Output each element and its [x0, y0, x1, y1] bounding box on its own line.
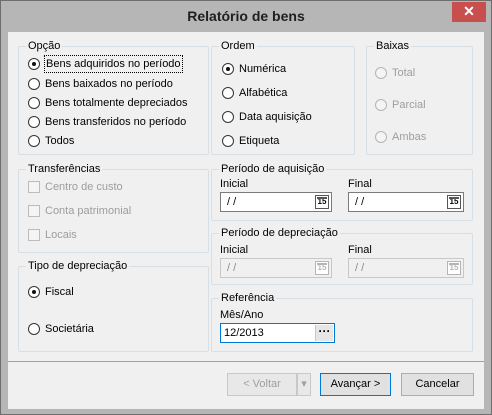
- tipo-depreciacao-group-label: Tipo de depreciação: [26, 259, 130, 273]
- avancar-label: Avançar >: [330, 378, 381, 390]
- radio-label: Fiscal: [45, 286, 74, 298]
- checkbox-icon: [28, 181, 40, 193]
- cancelar-button[interactable]: Cancelar: [401, 373, 474, 396]
- radio-icon: [222, 135, 234, 147]
- voltar-dropdown-button[interactable]: ▾: [297, 373, 311, 396]
- radio-label: Etiqueta: [239, 135, 280, 147]
- radio-label: Numérica: [239, 63, 287, 75]
- title-bar[interactable]: Relatório de bens ✕: [1, 1, 491, 32]
- transferencias-group: Transferências Centro de custo Conta pat…: [18, 162, 209, 253]
- radio-label: Bens adquiridos no período: [44, 55, 183, 73]
- radio-icon: [28, 97, 40, 109]
- tipo-depreciacao-group: Tipo de depreciação Fiscal Societária: [18, 259, 209, 352]
- radio-label: Todos: [45, 135, 75, 147]
- date-value: / /: [355, 196, 365, 208]
- radio-icon: [28, 286, 40, 298]
- mes-ano-input[interactable]: 12/2013 ···: [220, 323, 335, 343]
- voltar-label: < Voltar: [243, 378, 281, 390]
- checkbox-icon: [28, 229, 40, 241]
- ellipsis-icon[interactable]: ···: [315, 325, 333, 341]
- periodo-depreciacao-group: Período de depreciação Inicial / / 15 Fi…: [211, 226, 473, 285]
- radio-label: Alfabética: [239, 87, 288, 99]
- opcao-group: Opção Bens adquiridos no período Bens ba…: [18, 39, 209, 155]
- referencia-group-label: Referência: [219, 291, 277, 305]
- checkbox-label: Conta patrimonial: [45, 205, 132, 217]
- dialog-window: Relatório de bens ✕ Opção Bens adquirido…: [0, 0, 492, 415]
- close-icon: ✕: [463, 3, 475, 19]
- radio-label: Data aquisição: [239, 111, 312, 123]
- radio-label: Ambas: [392, 131, 427, 143]
- aquisicao-inicial-label: Inicial: [220, 178, 249, 190]
- ordem-group: Ordem Numérica Alfabética Data aquisição…: [211, 39, 355, 155]
- radio-icon: [375, 99, 387, 111]
- date-value: / /: [355, 262, 365, 274]
- aquisicao-inicial-date-input[interactable]: / / 15: [220, 192, 332, 212]
- checkbox-label: Centro de custo: [45, 181, 123, 193]
- radio-icon: [375, 67, 387, 79]
- depreciacao-inicial-date-input[interactable]: / / 15: [220, 258, 332, 278]
- calendar-icon[interactable]: 15: [315, 261, 329, 275]
- referencia-group: Referência Mês/Ano 12/2013 ···: [211, 291, 473, 352]
- date-value: / /: [227, 262, 237, 274]
- depreciacao-final-date-input[interactable]: / / 15: [348, 258, 464, 278]
- radio-label: Bens transferidos no período: [45, 116, 187, 128]
- calendar-icon[interactable]: 15: [447, 261, 461, 275]
- aquisicao-final-label: Final: [348, 178, 372, 190]
- checkbox-icon: [28, 205, 40, 217]
- ordem-group-label: Ordem: [219, 39, 257, 53]
- radio-icon: [28, 116, 40, 128]
- checkbox-label: Locais: [45, 229, 77, 241]
- radio-icon: [28, 135, 40, 147]
- depreciacao-final-label: Final: [348, 244, 372, 256]
- transferencias-group-label: Transferências: [26, 162, 103, 176]
- radio-label: Bens baixados no período: [45, 78, 173, 90]
- radio-label: Total: [392, 67, 416, 79]
- depreciacao-inicial-label: Inicial: [220, 244, 249, 256]
- baixas-group-label: Baixas: [374, 39, 412, 53]
- dialog-footer: < Voltar ▾ Avançar > Cancelar: [8, 361, 484, 409]
- radio-icon: [375, 131, 387, 143]
- window-title: Relatório de bens: [187, 8, 305, 24]
- avancar-button[interactable]: Avançar >: [320, 373, 391, 396]
- radio-icon: [28, 58, 40, 70]
- radio-label: Parcial: [392, 99, 426, 111]
- radio-icon: [222, 111, 234, 123]
- dialog-body: Opção Bens adquiridos no período Bens ba…: [8, 32, 484, 361]
- periodo-aquisicao-group-label: Período de aquisição: [219, 162, 327, 176]
- baixas-group: Baixas Total Parcial Ambas: [366, 39, 473, 155]
- radio-icon: [28, 78, 40, 90]
- periodo-aquisicao-group: Período de aquisição Inicial / / 15 Fina…: [211, 162, 473, 221]
- voltar-button[interactable]: < Voltar: [227, 373, 297, 396]
- radio-icon: [222, 63, 234, 75]
- calendar-icon[interactable]: 15: [447, 195, 461, 209]
- mes-ano-label: Mês/Ano: [220, 309, 264, 321]
- radio-label: Bens totalmente depreciados: [45, 97, 188, 109]
- cancelar-label: Cancelar: [415, 378, 460, 390]
- radio-icon: [222, 87, 234, 99]
- close-button[interactable]: ✕: [452, 2, 486, 22]
- mes-ano-value: 12/2013: [224, 327, 264, 339]
- calendar-icon[interactable]: 15: [315, 195, 329, 209]
- chevron-down-icon: ▾: [301, 378, 307, 390]
- date-value: / /: [227, 196, 237, 208]
- opcao-group-label: Opção: [26, 39, 63, 53]
- radio-icon: [28, 323, 40, 335]
- radio-label: Societária: [45, 323, 94, 335]
- periodo-depreciacao-group-label: Período de depreciação: [219, 226, 340, 240]
- aquisicao-final-date-input[interactable]: / / 15: [348, 192, 464, 212]
